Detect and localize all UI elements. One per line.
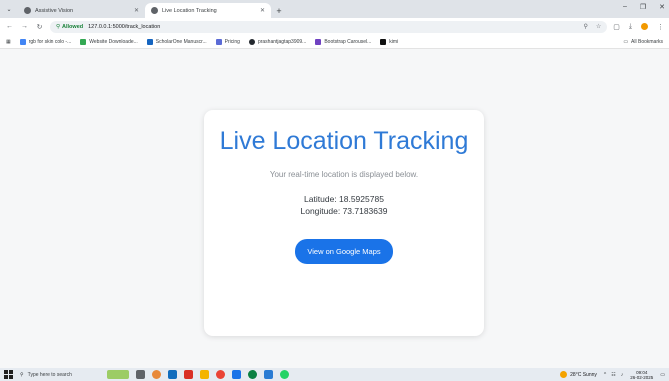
sun-icon xyxy=(560,371,568,378)
weather-text: 28°C Sunny xyxy=(570,371,597,378)
bookmark-label: prashantjagtap3909... xyxy=(257,38,307,45)
omnibox-actions: ⚲ ☆ xyxy=(583,23,601,30)
bootstrap-icon xyxy=(315,38,322,45)
app-icon[interactable] xyxy=(152,370,161,379)
bookmark-label: Bootstrap Carousel... xyxy=(324,38,372,45)
bookmark-item[interactable]: prashantjagtap3909... xyxy=(248,38,307,45)
profile-avatar-icon[interactable] xyxy=(641,23,648,30)
chrome-icon[interactable] xyxy=(216,370,225,379)
tab-title: Live Location Tracking xyxy=(162,7,217,14)
all-bookmarks-label: All Bookmarks xyxy=(631,38,663,45)
file-explorer-icon[interactable] xyxy=(200,370,209,379)
side-panel-icon[interactable]: ▢ xyxy=(613,23,620,31)
pricing-icon xyxy=(215,38,222,45)
tab-title: Assistive Vision xyxy=(35,7,74,14)
window-controls: – ❐ ✕ xyxy=(623,3,665,11)
google-icon xyxy=(19,38,26,45)
bookmark-label: ScholarOne Manuscr... xyxy=(155,38,207,45)
folder-icon: ▭ xyxy=(623,38,629,45)
coordinates: Latitude: 18.5925785 Longitude: 73.71836… xyxy=(204,193,484,217)
site-permission-chip[interactable]: ⚲ Allowed xyxy=(56,24,83,30)
windows-taskbar: ⚲ Type here to search 28°C Sunny ^ ☷ ♪ 0… xyxy=(0,368,669,381)
app-icon[interactable] xyxy=(184,370,193,379)
bookmark-item[interactable]: rgb for skin colo -... xyxy=(19,38,72,45)
website-icon xyxy=(80,38,87,45)
app-icon[interactable] xyxy=(248,370,257,379)
tab-search-icon[interactable]: ⌄ xyxy=(0,0,18,18)
bookmark-star-icon[interactable]: ☆ xyxy=(596,23,601,30)
latitude-text: Latitude: 18.5925785 xyxy=(304,194,384,204)
task-view-icon[interactable] xyxy=(136,370,145,379)
bookmark-label: Website Downloade... xyxy=(89,38,138,45)
tab-assistive-vision[interactable]: Assistive Vision ✕ xyxy=(18,3,145,18)
github-icon xyxy=(248,38,255,45)
page-title: Live Location Tracking xyxy=(219,127,469,155)
menu-icon[interactable]: ⋮ xyxy=(657,23,664,31)
url-text[interactable]: 127.0.0.1:5000/track_location xyxy=(88,24,160,30)
minimize-icon[interactable]: – xyxy=(623,3,627,11)
system-tray: ^ ☷ ♪ xyxy=(604,372,623,378)
toolbar-actions: ▢ ⤓ ⋮ xyxy=(613,23,664,31)
app-icon[interactable] xyxy=(232,370,241,379)
download-icon[interactable]: ⤓ xyxy=(629,23,632,31)
kimi-icon xyxy=(380,38,387,45)
windows-start-icon[interactable] xyxy=(4,370,13,379)
view-google-maps-button[interactable]: View on Google Maps xyxy=(295,239,393,264)
app-icon[interactable] xyxy=(168,370,177,379)
tab-live-location[interactable]: Live Location Tracking ✕ xyxy=(145,3,271,18)
chevron-up-icon[interactable]: ^ xyxy=(604,372,606,378)
whatsapp-icon[interactable] xyxy=(280,370,289,379)
bookmark-item[interactable]: Website Downloade... xyxy=(80,38,138,45)
volume-icon[interactable]: ♪ xyxy=(621,372,624,378)
globe-icon xyxy=(151,7,158,14)
widgets-icon[interactable] xyxy=(107,370,129,379)
location-pin-icon: ⚲ xyxy=(56,23,61,30)
vscode-icon[interactable] xyxy=(264,370,273,379)
forward-icon[interactable]: → xyxy=(20,23,29,30)
weather-widget[interactable]: 28°C Sunny xyxy=(560,371,597,378)
longitude-text: Longitude: 73.7183639 xyxy=(300,206,388,216)
page-viewport: Live Location Tracking Your real-time lo… xyxy=(0,49,669,368)
bookmark-item[interactable]: Pricing xyxy=(215,38,240,45)
bookmarks-bar: ▦ rgb for skin colo -... Website Downloa… xyxy=(0,35,669,49)
bookmark-label: rgb for skin colo -... xyxy=(28,38,72,45)
apps-icon[interactable]: ▦ xyxy=(6,39,11,45)
new-tab-button[interactable]: + xyxy=(271,3,287,18)
window-close-icon[interactable]: ✕ xyxy=(659,3,665,11)
address-bar[interactable]: ⚲ Allowed 127.0.0.1:5000/track_location … xyxy=(50,20,608,33)
page-subtitle: Your real-time location is displayed bel… xyxy=(269,170,419,179)
close-icon[interactable]: ✕ xyxy=(260,7,265,14)
permission-label: Allowed xyxy=(62,23,84,30)
clock-date: 26-02-2025 xyxy=(630,374,654,380)
bookmark-label: kimi xyxy=(389,38,399,45)
notification-icon[interactable]: ▭ xyxy=(660,372,665,378)
bookmark-item[interactable]: ScholarOne Manuscr... xyxy=(146,38,207,45)
bookmark-item[interactable]: kimi xyxy=(380,38,399,45)
location-card: Live Location Tracking Your real-time lo… xyxy=(204,110,484,336)
maximize-icon[interactable]: ❐ xyxy=(640,3,646,11)
back-icon[interactable]: ← xyxy=(5,23,14,30)
globe-icon xyxy=(24,7,31,14)
browser-toolbar: ← → ↻ ⚲ Allowed 127.0.0.1:5000/track_loc… xyxy=(0,18,669,35)
all-bookmarks[interactable]: ▭ All Bookmarks xyxy=(623,39,663,45)
location-icon[interactable]: ⚲ xyxy=(583,23,587,30)
taskbar-search[interactable]: ⚲ Type here to search xyxy=(20,372,100,378)
search-icon: ⚲ xyxy=(20,371,24,378)
taskbar-search-placeholder: Type here to search xyxy=(27,371,72,378)
taskbar-clock[interactable]: 09:04 26-02-2025 xyxy=(630,370,653,380)
bookmark-label: Pricing xyxy=(224,38,240,45)
reload-icon[interactable]: ↻ xyxy=(35,23,44,31)
scholarone-icon xyxy=(146,38,153,45)
bookmark-item[interactable]: Bootstrap Carousel... xyxy=(315,38,372,45)
network-icon[interactable]: ☷ xyxy=(611,372,615,378)
close-icon[interactable]: ✕ xyxy=(134,7,139,14)
tab-strip: ⌄ Assistive Vision ✕ Live Location Track… xyxy=(0,0,669,18)
